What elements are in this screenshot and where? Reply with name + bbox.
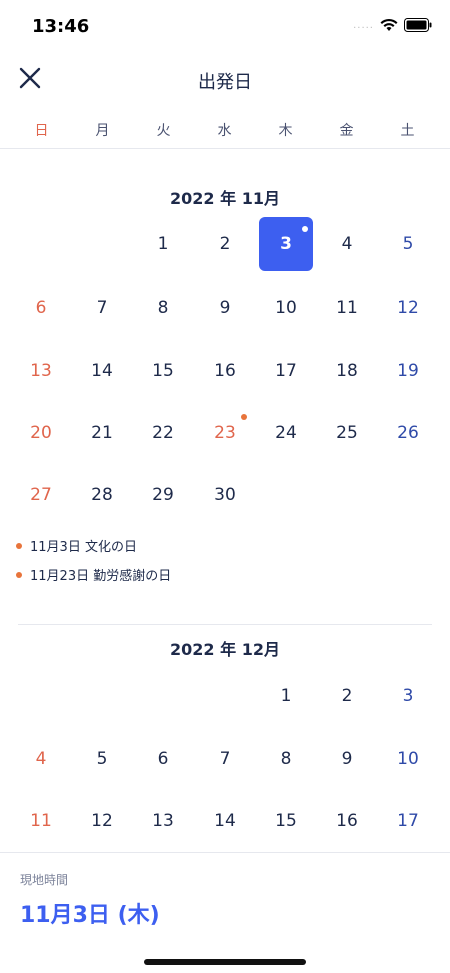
calendar-day[interactable]: 11 [14, 794, 68, 848]
status-icons: ..... [353, 18, 432, 32]
footer-label: 現地時間 [20, 873, 69, 887]
calendar-day[interactable]: 30 [198, 468, 252, 522]
calendar-day[interactable]: 13 [14, 344, 68, 398]
battery-icon [404, 18, 432, 32]
calendar-day[interactable]: 9 [198, 281, 252, 335]
calendar-day[interactable]: 24 [259, 406, 313, 460]
calendar-day[interactable]: 12 [75, 794, 129, 848]
weekday-fri: 金 [339, 123, 354, 139]
calendar-day[interactable]: 13 [136, 794, 190, 848]
calendar-day[interactable]: 25 [320, 406, 374, 460]
calendar-day[interactable]: 26 [381, 406, 435, 460]
holiday-dot [241, 414, 247, 420]
calendar-day[interactable]: 8 [136, 281, 190, 335]
calendar-day[interactable]: 4 [320, 217, 374, 271]
footer: 現地時間 11月3日 (木) [0, 852, 450, 973]
calendar-day[interactable]: 14 [198, 794, 252, 848]
calendar-day-selected[interactable]: 3 [259, 217, 313, 271]
calendar-day[interactable]: 8 [259, 732, 313, 786]
calendar-day[interactable]: 17 [381, 794, 435, 848]
calendar-day[interactable]: 3 [381, 669, 435, 723]
calendar-day[interactable]: 22 [136, 406, 190, 460]
status-time: 13:46 [32, 16, 90, 37]
calendar-day[interactable]: 9 [320, 732, 374, 786]
weekday-sun: 日 [34, 123, 49, 139]
holiday-note: 11月23日 勤労感謝の日 [16, 565, 171, 584]
weekday-sat: 土 [400, 123, 415, 139]
calendar-day[interactable]: 14 [75, 344, 129, 398]
calendar-day[interactable]: 19 [381, 344, 435, 398]
weekday-wed: 水 [217, 123, 232, 139]
weekday-mon: 月 [95, 123, 110, 139]
calendar-day-holiday[interactable]: 23 [198, 406, 252, 460]
calendar-day[interactable]: 10 [259, 281, 313, 335]
calendar-day[interactable]: 15 [259, 794, 313, 848]
calendar-day[interactable]: 1 [259, 669, 313, 723]
calendar-day[interactable]: 2 [198, 217, 252, 271]
weekday-tue: 火 [156, 123, 171, 139]
holiday-bullet-icon [16, 542, 22, 549]
month-divider [18, 624, 432, 625]
calendar-day[interactable]: 12 [381, 281, 435, 335]
calendar-day[interactable]: 1 [136, 217, 190, 271]
holiday-note-text: 11月23日 勤労感謝の日 [30, 569, 172, 584]
selected-date: 11月3日 (木) [20, 903, 160, 928]
weekday-thu: 木 [278, 123, 293, 139]
holiday-note: 11月3日 文化の日 [16, 536, 137, 555]
calendar-day[interactable]: 6 [14, 281, 68, 335]
calendar-day[interactable]: 4 [14, 732, 68, 786]
calendar-day[interactable]: 18 [320, 344, 374, 398]
wifi-icon [380, 18, 398, 32]
calendar-day[interactable]: 5 [381, 217, 435, 271]
calendar-day[interactable]: 11 [320, 281, 374, 335]
calendar-day[interactable]: 5 [75, 732, 129, 786]
calendar-day[interactable]: 21 [75, 406, 129, 460]
month-title-december: 2022 年 12月 [170, 640, 280, 659]
calendar-day[interactable]: 20 [14, 406, 68, 460]
weekday-header: 日 月 火 水 木 金 土 [0, 112, 450, 149]
calendar-day[interactable]: 17 [259, 344, 313, 398]
signal-icon: ..... [353, 19, 374, 31]
month-title-november: 2022 年 11月 [170, 189, 280, 208]
calendar-day[interactable]: 28 [75, 468, 129, 522]
calendar-day[interactable]: 2 [320, 669, 374, 723]
calendar-day[interactable]: 27 [14, 468, 68, 522]
calendar-day[interactable]: 16 [198, 344, 252, 398]
calendar-day[interactable]: 6 [136, 732, 190, 786]
calendar-day[interactable]: 10 [381, 732, 435, 786]
calendar-day[interactable]: 16 [320, 794, 374, 848]
home-indicator[interactable] [144, 959, 306, 965]
status-bar: 13:46 ..... [0, 0, 450, 52]
calendar-day[interactable]: 7 [75, 281, 129, 335]
calendar-day[interactable]: 29 [136, 468, 190, 522]
day-number: 23 [214, 423, 236, 443]
holiday-dot [302, 226, 308, 232]
calendar-day[interactable]: 7 [198, 732, 252, 786]
page-title: 出発日 [198, 72, 252, 93]
holiday-bullet-icon [16, 571, 22, 578]
calendar-day[interactable]: 15 [136, 344, 190, 398]
day-number: 3 [280, 234, 292, 254]
header: 出発日 [0, 52, 450, 108]
holiday-note-text: 11月3日 文化の日 [30, 540, 137, 555]
